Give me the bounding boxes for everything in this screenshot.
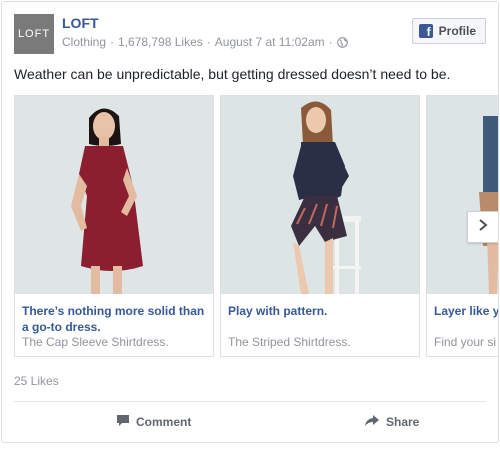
comment-button[interactable]: Comment [116, 410, 191, 434]
facebook-post-card: LOFT LOFT Clothing · 1,678,798 Likes · A… [1, 1, 499, 443]
carousel-card[interactable]: There’s nothing more solid than a go-to … [14, 95, 214, 357]
comment-icon [116, 414, 130, 430]
share-button[interactable]: Share [364, 410, 419, 434]
carousel-card-title[interactable]: Play with pattern. [228, 303, 414, 319]
meta-separator: · [110, 35, 115, 49]
share-button-label: Share [386, 415, 420, 429]
post-likes-count[interactable]: 25 Likes [14, 374, 59, 388]
page-likes-count: 1,678,798 Likes [118, 35, 203, 49]
carousel-card-subtitle: The Cap Sleeve Shirtdress. [22, 335, 169, 349]
page-avatar[interactable]: LOFT [14, 14, 54, 54]
page-category: Clothing [62, 35, 107, 49]
carousel-card-subtitle: The Striped Shirtdress. [228, 335, 351, 349]
carousel-card[interactable]: Play with pattern. The Striped Shirtdres… [220, 95, 420, 357]
meta-separator: · [206, 35, 211, 49]
actions-divider [14, 401, 486, 402]
avatar-logo-text: LOFT [17, 28, 51, 40]
profile-button-label: Profile [438, 24, 476, 38]
product-carousel: There’s nothing more solid than a go-to … [14, 95, 498, 358]
page-name-link[interactable]: LOFT [62, 15, 99, 31]
facebook-logo-icon: f [418, 24, 433, 38]
globe-icon [336, 36, 348, 48]
carousel-card-title[interactable]: Layer like y [434, 303, 498, 319]
post-timestamp[interactable]: August 7 at 11:02am [215, 35, 325, 49]
chevron-right-icon [477, 218, 489, 237]
comment-button-label: Comment [136, 415, 192, 429]
post-message: Weather can be unpredictable, but gettin… [14, 66, 451, 82]
post-meta: Clothing · 1,678,798 Likes · August 7 at… [62, 35, 348, 49]
carousel-next-button[interactable] [467, 211, 498, 243]
carousel-card-title[interactable]: There’s nothing more solid than a go-to … [22, 303, 208, 335]
meta-separator: · [328, 35, 333, 49]
profile-button[interactable]: f Profile [411, 18, 486, 44]
product-image[interactable] [221, 96, 419, 294]
product-image[interactable] [15, 96, 213, 294]
product-image[interactable] [427, 96, 498, 294]
share-icon [364, 414, 380, 430]
carousel-card-subtitle: Find your si [434, 335, 497, 349]
